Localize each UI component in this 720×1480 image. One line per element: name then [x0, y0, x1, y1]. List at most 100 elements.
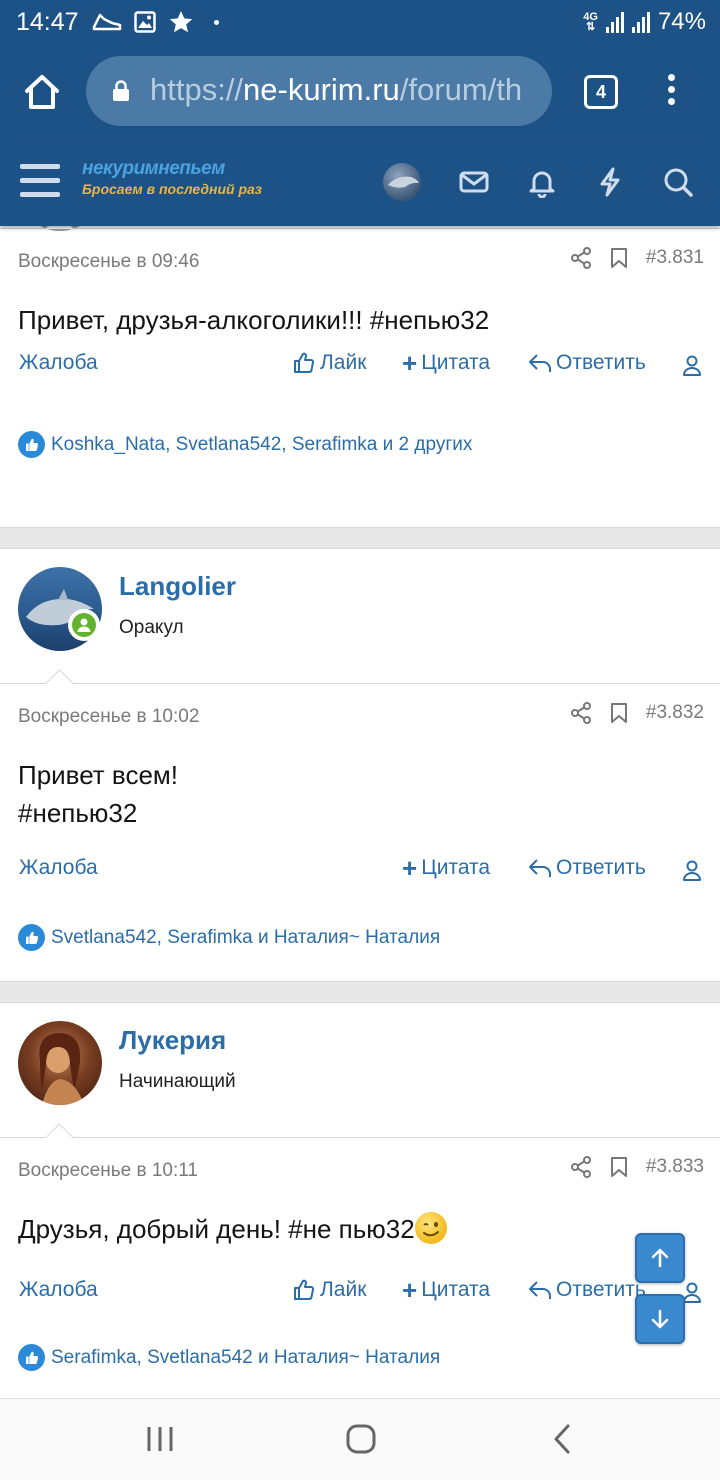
post-text: Друзья, добрый день! #не пью32 [18, 1210, 447, 1248]
system-icons: 4G ⇅ 74% [583, 8, 706, 36]
reply-button[interactable]: Ответить [528, 1278, 646, 1302]
report-label: Жалоба [19, 856, 98, 879]
arrow-up-icon [651, 1248, 669, 1268]
report-label: Жалоба [19, 1278, 98, 1301]
post-actions: Жалоба Лайк + Цитата Ответить [0, 348, 720, 387]
system-navigation-bar [0, 1398, 720, 1480]
dot-icon [214, 19, 219, 25]
share-icon[interactable] [570, 247, 592, 269]
avatar[interactable] [18, 1021, 102, 1105]
page: 14:47 4G ⇅ 74% https://ne-kurim.ru/forum/… [0, 0, 720, 1480]
post-card: Langolier Оракул Воскресенье в 10:02 #3.… [0, 548, 720, 982]
site-logo[interactable]: некуримнепьем Бросаем в последний раз [82, 158, 262, 197]
quote-button[interactable]: + Цитата [402, 855, 490, 881]
reactions-list[interactable]: Koshka_Nata, Svetlana542, Serafimka и 2 … [51, 434, 472, 456]
home-icon[interactable] [22, 72, 62, 112]
post-date[interactable]: Воскресенье в 09:46 [18, 251, 199, 273]
like-reaction-icon [18, 924, 45, 951]
url-scheme: https:// [150, 72, 244, 107]
status-bar: 14:47 4G ⇅ 74% [0, 0, 720, 46]
post-meta: #3.831 [570, 247, 704, 269]
site-header: некуримнепьем Бросаем в последний раз [0, 138, 720, 226]
post-text-line: Привет, друзья-алкоголики!!! #непью32 [18, 305, 490, 335]
post-divider [0, 683, 720, 684]
quote-button[interactable]: + Цитата [402, 348, 491, 378]
network-type: 4G ⇅ [583, 11, 598, 33]
post-text-line: #непью32 [18, 798, 138, 828]
bookmark-icon[interactable] [610, 247, 628, 269]
post-card: Лукерия Начинающий Воскресенье в 10:11 #… [0, 1002, 720, 1398]
post-number[interactable]: #3.832 [646, 702, 704, 724]
url-host: ne-kurim.ru [243, 72, 400, 107]
username[interactable]: Лукерия [119, 1025, 226, 1056]
search-icon[interactable] [662, 166, 694, 198]
post-divider [0, 1137, 720, 1138]
report-button[interactable]: Жалоба [19, 1278, 98, 1302]
share-icon[interactable] [570, 702, 592, 724]
post-number[interactable]: #3.833 [646, 1156, 704, 1178]
scroll-to-top-button[interactable] [635, 1233, 685, 1283]
user-icon[interactable] [682, 1282, 702, 1304]
url-path: /forum/th [399, 72, 523, 107]
reactions-bar[interactable]: Serafimka, Svetlana542 и Наталия~ Натали… [18, 1344, 440, 1371]
notification-icons [92, 8, 219, 36]
reply-icon [529, 859, 551, 877]
quote-label: Цитата [421, 351, 491, 374]
report-button[interactable]: Жалоба [19, 856, 98, 880]
user-block: Лукерия Начинающий [0, 1003, 720, 1137]
like-button[interactable]: Лайк [292, 351, 366, 375]
recent-apps-icon[interactable] [145, 1425, 175, 1453]
wink-emoji-icon [414, 1212, 447, 1245]
mail-icon[interactable] [458, 166, 490, 198]
dolphin-image [388, 176, 419, 188]
hamburger-menu-icon[interactable] [20, 164, 60, 198]
home-nav-icon[interactable] [345, 1423, 377, 1455]
network-label: 4G [583, 11, 598, 23]
user-title: Начинающий [119, 1071, 236, 1092]
like-reaction-icon [18, 1344, 45, 1371]
signal-icon [631, 11, 650, 33]
post-number[interactable]: #3.831 [646, 247, 704, 269]
report-button[interactable]: Жалоба [19, 351, 98, 375]
browser-toolbar: https://ne-kurim.ru/forum/th 4 [0, 46, 720, 138]
image-icon [134, 11, 156, 33]
post-text-line: Друзья, добрый день! #не пью32 [18, 1210, 447, 1248]
sneaker-icon [92, 13, 122, 31]
browser-menu-icon[interactable] [662, 74, 680, 110]
share-icon[interactable] [570, 1156, 592, 1178]
bookmark-icon[interactable] [610, 1156, 628, 1178]
thread-content: Воскресенье в 09:46 #3.831 Привет, друзь… [0, 226, 720, 1398]
post-text-line: Привет всем! [18, 760, 178, 790]
bell-icon[interactable] [526, 166, 558, 198]
username[interactable]: Langolier [119, 571, 236, 602]
reply-button[interactable]: Ответить [528, 351, 646, 375]
account-avatar[interactable] [383, 163, 421, 201]
user-icon[interactable] [682, 860, 702, 882]
like-label: Лайк [320, 351, 367, 374]
reply-icon [529, 1281, 551, 1299]
user-title: Оракул [119, 617, 184, 638]
post-date[interactable]: Воскресенье в 10:02 [18, 706, 199, 728]
address-bar[interactable]: https://ne-kurim.ru/forum/th [86, 56, 552, 126]
thumbs-up-icon [294, 1279, 315, 1300]
reactions-list[interactable]: Serafimka, Svetlana542 и Наталия~ Натали… [51, 1347, 440, 1369]
lightning-icon[interactable] [594, 166, 626, 198]
like-button[interactable]: Лайк [292, 1278, 366, 1302]
reactions-list[interactable]: Svetlana542, Serafimka и Наталия~ Натали… [51, 927, 440, 949]
quote-button[interactable]: + Цитата [402, 1277, 490, 1303]
online-status-icon [68, 609, 100, 641]
scroll-to-bottom-button[interactable] [635, 1294, 685, 1344]
back-icon[interactable] [550, 1423, 574, 1455]
post-card: Воскресенье в 09:46 #3.831 Привет, друзь… [0, 226, 720, 528]
report-label: Жалоба [19, 351, 98, 374]
thumbs-up-icon [294, 352, 315, 373]
plus-icon: + [402, 348, 418, 378]
reactions-bar[interactable]: Svetlana542, Serafimka и Наталия~ Натали… [18, 924, 440, 951]
post-date[interactable]: Воскресенье в 10:11 [18, 1160, 198, 1182]
reactions-bar[interactable]: Koshka_Nata, Svetlana542, Serafimka и 2 … [18, 431, 472, 458]
battery-level: 74% [657, 8, 706, 35]
reply-button[interactable]: Ответить [528, 856, 646, 880]
user-icon[interactable] [682, 355, 702, 377]
bookmark-icon[interactable] [610, 702, 628, 724]
tabs-button[interactable]: 4 [584, 75, 618, 109]
